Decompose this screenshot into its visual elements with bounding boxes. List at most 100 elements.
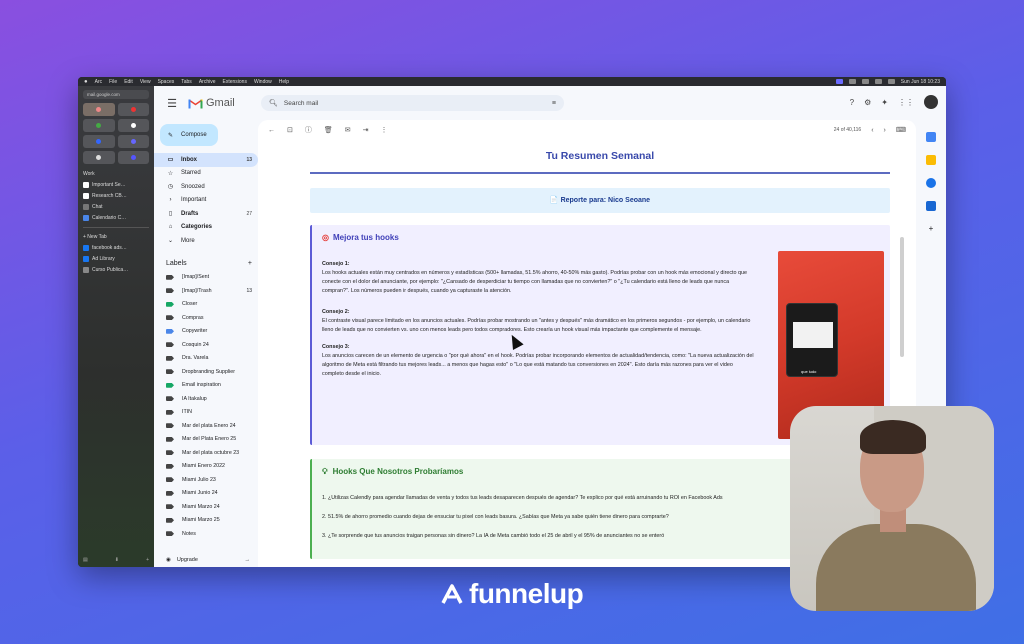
apple-icon[interactable]: ●	[84, 79, 88, 85]
keep-icon[interactable]	[926, 155, 936, 165]
label-item[interactable]: Compras	[154, 311, 258, 325]
nav-starred[interactable]: ☆ Starred	[154, 167, 258, 181]
favorite-tab[interactable]	[117, 135, 149, 148]
menu-window[interactable]: Window	[254, 79, 272, 85]
open-tab[interactable]: Curso Publica…	[83, 265, 149, 275]
download-icon[interactable]: ⬇	[115, 557, 119, 563]
search-input[interactable]: Search mail	[284, 100, 318, 107]
favorite-tab[interactable]	[83, 151, 115, 164]
label-name: Miami Junio 24	[182, 490, 218, 497]
presenter-body	[816, 524, 976, 611]
nav-snoozed[interactable]: ◷ Snoozed	[154, 180, 258, 194]
menu-help[interactable]: Help	[279, 79, 289, 85]
label-item[interactable]: Cosquin 24	[154, 338, 258, 352]
favorite-tab[interactable]	[83, 103, 115, 116]
recording-icon[interactable]	[835, 79, 843, 84]
menu-archive[interactable]: Archive	[199, 79, 216, 85]
nav-important[interactable]: › Important	[154, 194, 258, 208]
favorite-tab[interactable]	[117, 151, 149, 164]
favorite-tab[interactable]	[117, 119, 149, 132]
upgrade-button[interactable]: ◉ Upgrade →	[166, 557, 250, 563]
pinned-tab[interactable]: Calendario C…	[83, 213, 149, 223]
contacts-icon[interactable]	[926, 201, 936, 211]
move-to-icon[interactable]: ⇥	[363, 126, 369, 134]
label-item[interactable]: Mar del plata octubre 23	[154, 446, 258, 460]
archive-icon[interactable]: ⊡	[287, 126, 293, 134]
report-spam-icon[interactable]: ⓘ	[305, 125, 312, 135]
menu-tabs[interactable]: Tabs	[181, 79, 192, 85]
add-addon-icon[interactable]: +	[929, 224, 934, 233]
mark-unread-icon[interactable]: ✉	[345, 126, 351, 134]
search-bar[interactable]: 🔍︎ Search mail ≡	[261, 95, 564, 111]
open-tab[interactable]: facebook ads…	[83, 243, 149, 253]
avatar[interactable]	[924, 95, 938, 109]
label-item[interactable]: Mar del Plata Enero 25	[154, 433, 258, 447]
label-item[interactable]: ITIN	[154, 406, 258, 420]
nav-inbox[interactable]: ▭ Inbox 13	[154, 153, 258, 167]
label-item[interactable]: Dropbranding Supplier	[154, 365, 258, 379]
label-item[interactable]: Miami Junio 24	[154, 487, 258, 501]
menu-view[interactable]: View	[140, 79, 151, 85]
search-icon[interactable]	[887, 79, 895, 84]
add-icon[interactable]: +	[146, 557, 149, 563]
chevron-left-icon[interactable]: ‹	[871, 127, 873, 134]
label-item[interactable]: Miami Julio 23	[154, 473, 258, 487]
label-item[interactable]: Email inspiration	[154, 379, 258, 393]
delete-icon[interactable]: 🗑︎	[324, 126, 333, 134]
status-icon[interactable]	[848, 79, 856, 84]
nav-categories[interactable]: ⌂ Categories	[154, 221, 258, 235]
header-actions: ? ⚙ ✦ ⋮⋮	[850, 95, 938, 109]
keyboard-icon[interactable]: ⌨	[896, 126, 906, 134]
favorite-tab[interactable]	[83, 135, 115, 148]
chevron-right-icon[interactable]: ›	[884, 127, 886, 134]
new-tab-button[interactable]: + New Tab	[83, 232, 149, 242]
compose-button[interactable]: ✎ Compose	[160, 124, 218, 146]
filter-icon[interactable]: ≡	[552, 100, 556, 107]
folder-item[interactable]: Research CB…	[83, 191, 149, 201]
favorite-tab[interactable]	[83, 119, 115, 132]
folder-label: Important Se…	[92, 182, 126, 188]
url-bar[interactable]: mail.google.com	[83, 90, 149, 99]
menu-spaces[interactable]: Spaces	[158, 79, 175, 85]
wifi-icon[interactable]	[874, 79, 882, 84]
settings-icon[interactable]: ⚙	[864, 98, 871, 107]
label-item[interactable]: Copywriter	[154, 325, 258, 339]
apps-icon[interactable]: ⋮⋮	[898, 98, 914, 107]
label-tag-icon	[166, 463, 174, 469]
arrow-right-icon: →	[244, 557, 251, 563]
label-item[interactable]: [Imap]/Sent	[154, 271, 258, 285]
nav-drafts[interactable]: ▯ Drafts 27	[154, 207, 258, 221]
gemini-icon[interactable]: ✦	[881, 98, 888, 107]
menu-clock[interactable]: Sun Jun 18 10:23	[901, 79, 940, 85]
open-tab[interactable]: Ad Library	[83, 254, 149, 264]
scrollbar[interactable]	[900, 237, 904, 357]
label-item[interactable]: Closer	[154, 298, 258, 312]
menu-file[interactable]: File	[109, 79, 117, 85]
label-item[interactable]: Miami Marzo 24	[154, 500, 258, 514]
nav-more[interactable]: ⌄ More	[154, 234, 258, 248]
label-item[interactable]: Mar del plata Enero 24	[154, 419, 258, 433]
favorite-tab[interactable]	[117, 103, 149, 116]
menu-arc[interactable]: Arc	[95, 79, 103, 85]
label-item[interactable]: Miami Enero 2022	[154, 460, 258, 474]
add-label-icon[interactable]: +	[248, 260, 252, 267]
more-options-icon[interactable]: ⋮	[381, 126, 388, 134]
menu-edit[interactable]: Edit	[124, 79, 133, 85]
menu-extensions[interactable]: Extensions	[223, 79, 247, 85]
help-icon[interactable]: ?	[850, 98, 854, 107]
calendar-icon[interactable]	[926, 132, 936, 142]
folder-item[interactable]: Important Se…	[83, 180, 149, 190]
gmail-logo[interactable]: Gmail	[188, 97, 235, 109]
label-item[interactable]: Dra. Varela	[154, 352, 258, 366]
back-icon[interactable]: ←	[268, 127, 275, 134]
label-item[interactable]: [Imap]/Trash 13	[154, 284, 258, 298]
status-icon[interactable]	[861, 79, 869, 84]
menu-icon[interactable]: ☰	[162, 97, 182, 110]
tasks-icon[interactable]	[926, 178, 936, 188]
label-item[interactable]: Miami Marzo 25	[154, 514, 258, 528]
space-label[interactable]: Work	[83, 169, 149, 179]
pinned-tab[interactable]: Chat	[83, 202, 149, 212]
archive-icon[interactable]: ▤	[83, 557, 88, 563]
label-item[interactable]: IA Itakalup	[154, 392, 258, 406]
label-item[interactable]: Notes	[154, 527, 258, 541]
